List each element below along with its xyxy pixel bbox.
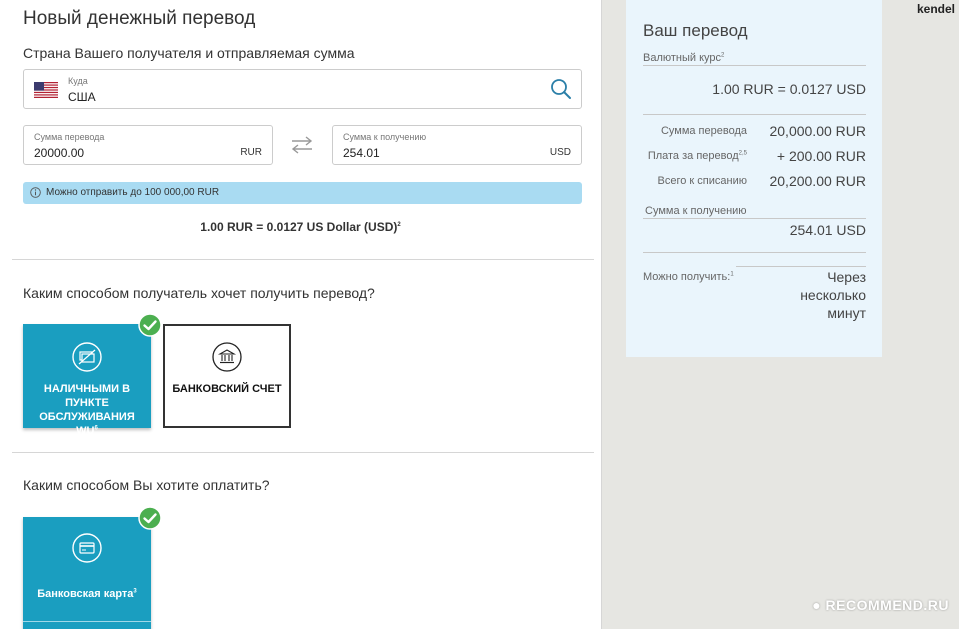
summary-transfer-amount-value: 20,000.00 RUR <box>769 123 866 139</box>
search-icon[interactable] <box>550 78 572 100</box>
destination-label: Куда <box>68 76 88 86</box>
send-amount-currency: RUR <box>240 147 262 158</box>
bank-icon <box>212 342 242 372</box>
exchange-rate-footnote: 2 <box>397 222 401 228</box>
swap-arrows-icon[interactable] <box>290 136 314 154</box>
transfer-summary-panel: Ваш перевод Валютный курс2 1.00 RUR = 0.… <box>626 0 882 357</box>
credit-card-icon <box>72 533 102 563</box>
summary-rate-value: 1.00 RUR = 0.0127 USD <box>712 81 866 97</box>
receive-option-cash[interactable]: НАЛИЧНЫМИ В ПУНКТЕ ОБСЛУЖИВАНИЯ WU6 <box>23 324 151 437</box>
page-title: Новый денежный перевод <box>23 8 256 29</box>
summary-title: Ваш перевод <box>643 21 748 40</box>
receive-amount-field[interactable]: Сумма к получению 254.01 USD <box>332 125 582 165</box>
summary-total-label: Всего к списанию <box>657 175 747 187</box>
selected-check-icon <box>138 506 162 530</box>
summary-divider <box>736 266 866 267</box>
usa-flag-icon <box>34 82 58 98</box>
summary-divider <box>643 252 866 253</box>
receive-option-bank-account[interactable]: БАНКОВСКИЙ СЧЕТ <box>163 324 291 428</box>
limit-info-banner: Можно отправить до 100 000,00 RUR <box>23 182 582 204</box>
summary-fee-label: Плата за перевод2,5 <box>647 150 747 162</box>
country-section-label: Страна Вашего получателя и отправляемая … <box>23 45 355 61</box>
destination-value: США <box>68 90 96 104</box>
watermark-logo-icon: ● <box>812 597 822 613</box>
payment-option-bank-card-label: Банковская карта3 <box>37 588 137 600</box>
summary-rate-label: Валютный курс2 <box>643 52 725 64</box>
summary-transfer-amount-label: Сумма перевода <box>660 125 747 137</box>
username-overlay: kendel <box>916 2 955 16</box>
summary-divider <box>643 114 866 115</box>
cash-icon <box>72 342 102 372</box>
summary-eta-label: Можно получить:1 <box>643 271 734 283</box>
exchange-rate-text: 1.00 RUR = 0.0127 US Dollar (USD) <box>200 220 398 234</box>
payment-method-question: Каким способом Вы хотите оплатить? <box>23 477 270 493</box>
send-amount-label: Сумма перевода <box>34 132 105 142</box>
summary-divider <box>643 65 866 66</box>
receive-option-cash-label: НАЛИЧНЫМИ В ПУНКТЕ ОБСЛУЖИВАНИЯ WU6 <box>39 383 135 437</box>
summary-eta-value: Через несколько минут <box>800 269 866 321</box>
exchange-rate-line: 1.00 RUR = 0.0127 US Dollar (USD)2 <box>0 220 601 234</box>
card-divider <box>23 621 151 622</box>
send-amount-value: 20000.00 <box>34 146 85 160</box>
summary-receive-label: Сумма к получению <box>645 205 747 217</box>
receive-amount-label: Сумма к получению <box>343 132 427 142</box>
limit-info-text: Можно отправить до 100 000,00 RUR <box>46 187 220 198</box>
receive-option-bank-account-label: БАНКОВСКИЙ СЧЕТ <box>172 383 282 395</box>
recommend-watermark: ● RECOMMEND.RU <box>812 597 949 613</box>
summary-fee-value: + 200.00 RUR <box>776 148 866 164</box>
send-amount-field[interactable]: Сумма перевода 20000.00 RUR <box>23 125 273 165</box>
receive-method-question: Каким способом получатель хочет получить… <box>23 285 375 301</box>
receive-amount-value: 254.01 <box>343 146 380 160</box>
destination-country-field[interactable]: Куда США <box>23 69 582 109</box>
transfer-form-panel: Новый денежный перевод Страна Вашего пол… <box>0 0 602 629</box>
info-icon <box>30 187 41 198</box>
section-divider <box>12 452 594 453</box>
payment-option-bank-card[interactable]: Банковская карта3 <box>23 517 151 629</box>
summary-total-value: 20,200.00 RUR <box>769 173 866 189</box>
summary-receive-value: 254.01 USD <box>789 222 866 238</box>
selected-check-icon <box>138 313 162 337</box>
section-divider <box>12 259 594 260</box>
summary-divider <box>643 218 866 219</box>
receive-amount-currency: USD <box>549 147 571 158</box>
